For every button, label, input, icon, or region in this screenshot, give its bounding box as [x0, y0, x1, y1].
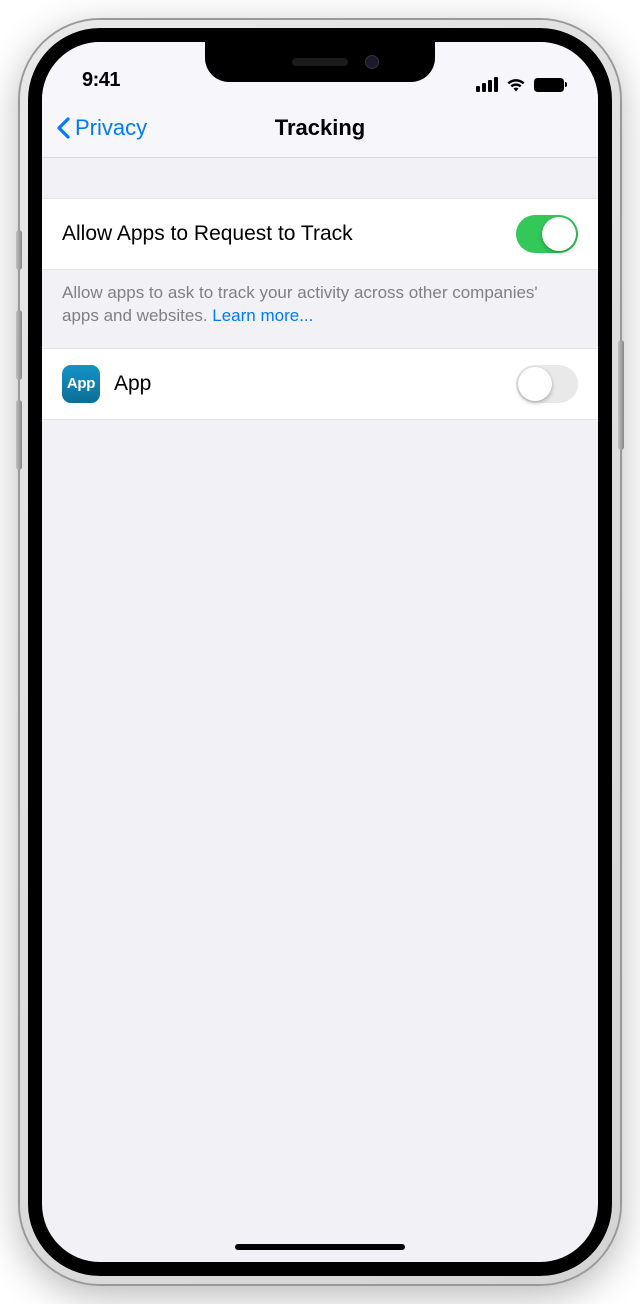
notch — [205, 42, 435, 82]
volume-down-button — [16, 400, 22, 470]
wifi-icon — [506, 77, 526, 92]
power-button — [618, 340, 624, 450]
back-button[interactable]: Privacy — [42, 115, 147, 141]
learn-more-link[interactable]: Learn more... — [212, 306, 313, 325]
phone-frame: 9:41 Pri — [20, 20, 620, 1284]
status-icons — [476, 77, 564, 92]
back-label: Privacy — [75, 115, 147, 141]
allow-tracking-row: Allow Apps to Request to Track — [42, 198, 598, 270]
content-area: Allow Apps to Request to Track Allow app… — [42, 158, 598, 420]
page-title: Tracking — [275, 115, 365, 141]
app-name-label: App — [114, 372, 502, 396]
app-icon: App — [62, 365, 100, 403]
setting-description: Allow apps to ask to track your activity… — [42, 270, 598, 348]
home-indicator[interactable] — [235, 1244, 405, 1250]
volume-up-button — [16, 310, 22, 380]
status-time: 9:41 — [82, 69, 120, 92]
app-tracking-toggle[interactable] — [516, 365, 578, 403]
battery-icon — [534, 78, 564, 92]
cellular-signal-icon — [476, 77, 498, 92]
screen: 9:41 Pri — [42, 42, 598, 1262]
front-camera — [365, 55, 379, 69]
mute-switch — [16, 230, 22, 270]
app-row: App App — [42, 348, 598, 420]
navigation-bar: Privacy Tracking — [42, 98, 598, 158]
chevron-left-icon — [56, 117, 71, 139]
speaker-grille — [292, 58, 348, 66]
allow-tracking-label: Allow Apps to Request to Track — [62, 222, 502, 246]
allow-tracking-toggle[interactable] — [516, 215, 578, 253]
